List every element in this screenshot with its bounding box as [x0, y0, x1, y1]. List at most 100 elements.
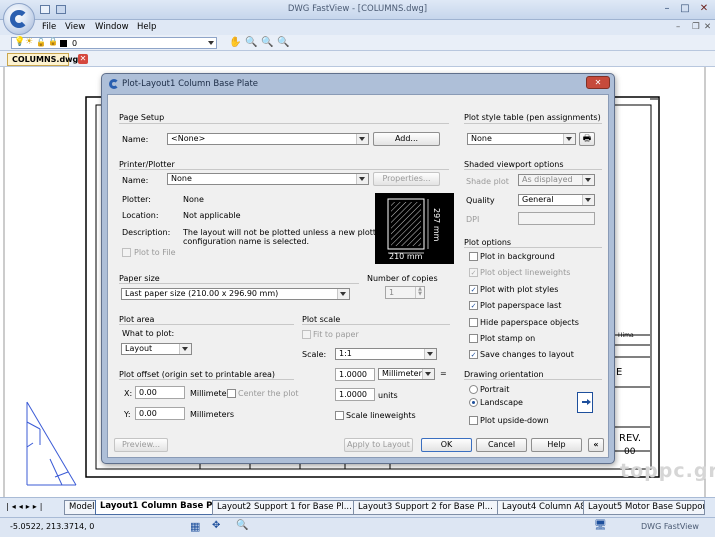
chevron-down-icon [208, 41, 214, 45]
pan-icon[interactable]: ✋ [229, 37, 241, 49]
edit-style-table-button[interactable]: 🖶 [579, 132, 595, 146]
divider [119, 283, 359, 284]
zoom-window-icon[interactable]: 🔍 [245, 37, 257, 49]
style-table-select[interactable]: None [467, 133, 576, 145]
app-logo-icon [10, 10, 28, 28]
cancel-button[interactable]: Cancel [476, 438, 527, 452]
save-changes-checkbox[interactable]: ✓ [469, 350, 478, 359]
menu-help[interactable]: Help [137, 22, 156, 32]
open-folder-icon[interactable] [40, 5, 50, 14]
printer-name-label: Name: [122, 176, 149, 185]
mdi-minimize-button[interactable]: – [676, 22, 680, 32]
plot-in-background-checkbox[interactable] [469, 252, 478, 261]
printer-icon: 🖶 [582, 134, 592, 144]
scale-unit-select[interactable]: Millimeters [378, 368, 435, 380]
plot-stamp-on-checkbox[interactable] [469, 334, 478, 343]
tab-nav-arrows[interactable]: |◂◂▸▸| [6, 502, 45, 511]
dpi-input[interactable] [518, 212, 595, 225]
paper-size-select[interactable]: Last paper size (210.00 x 296.90 mm) [121, 288, 350, 300]
grid-icon[interactable]: ▦ [190, 520, 200, 533]
plot-area-heading: Plot area [119, 315, 155, 324]
dpi-label: DPI [466, 215, 480, 224]
app-logo-button[interactable] [3, 3, 35, 35]
save-icon[interactable] [56, 5, 66, 14]
scale-value2-input[interactable]: 1.0000 [335, 388, 375, 401]
tab-layout4[interactable]: Layout4 Column A8 [497, 500, 584, 515]
plot-option-label: Save changes to layout [480, 350, 574, 359]
add-page-setup-button[interactable]: Add... [373, 132, 440, 146]
tab-model[interactable]: Model [64, 500, 96, 515]
paper-preview: 210 mm 297 mm [375, 193, 454, 264]
hide-paperspace-objects-checkbox[interactable] [469, 318, 478, 327]
chevron-down-icon [427, 352, 433, 356]
quality-select[interactable]: General [518, 194, 595, 206]
what-to-plot-select[interactable]: Layout [121, 343, 192, 355]
minimize-button[interactable]: – [659, 2, 675, 16]
shade-plot-value: As displayed [522, 175, 573, 184]
tab-layout5[interactable]: Layout5 Motor Base Support [583, 500, 705, 515]
tab-layout2[interactable]: Layout2 Support 1 for Base Pl... [212, 500, 354, 515]
plot-paperspace-last-checkbox[interactable]: ✓ [469, 301, 478, 310]
help-button[interactable]: Help [531, 438, 582, 452]
menu-window[interactable]: Window [95, 22, 129, 32]
mdi-restore-button[interactable]: ❐ [692, 22, 700, 32]
portrait-radio[interactable] [469, 385, 478, 394]
plot-offset-heading: Plot offset (origin set to printable are… [119, 370, 276, 379]
scale-label: Scale: [302, 350, 327, 359]
menu-file[interactable]: File [42, 22, 56, 32]
center-plot-checkbox[interactable] [227, 389, 236, 398]
upside-down-label: Plot upside-down [480, 416, 549, 425]
offset-x-label: X: [124, 389, 133, 398]
layer-value: 0 [72, 39, 78, 48]
tab-layout3[interactable]: Layout3 Support 2 for Base Pl... [353, 500, 498, 515]
collapse-button[interactable]: « [588, 438, 604, 452]
close-button[interactable]: ✕ [696, 2, 712, 16]
watermark: toppc.gr [620, 460, 715, 482]
plot-to-file-checkbox[interactable] [122, 248, 131, 257]
sun-icon: ☀ [25, 37, 34, 47]
divider [464, 379, 602, 380]
zoom-icon[interactable]: 🔍 [236, 520, 248, 531]
printer-properties-button[interactable]: Properties... [373, 172, 440, 186]
dialog-close-button[interactable]: ✕ [586, 76, 610, 89]
offset-y-input[interactable]: 0.00 [135, 407, 185, 420]
page-setup-name-select[interactable]: <None> [167, 133, 369, 145]
mdi-close-button[interactable]: ✕ [704, 22, 711, 32]
tab-layout1[interactable]: Layout1 Column Base Plate [95, 500, 213, 515]
close-document-icon[interactable]: ✕ [78, 54, 88, 64]
maximize-button[interactable]: □ [677, 2, 693, 16]
zoom-in-icon[interactable]: 🔍 [261, 37, 273, 49]
menu-view[interactable]: View [65, 22, 85, 32]
style-table-heading: Plot style table (pen assignments) [464, 113, 601, 122]
fit-to-paper-checkbox[interactable] [302, 330, 311, 339]
landscape-radio[interactable] [469, 398, 478, 407]
scale-select[interactable]: 1:1 [335, 348, 437, 360]
layer-select[interactable]: 💡 ☀ 🔓 🔒 0 [11, 37, 217, 49]
copies-spinner[interactable]: ▲ ▼ [415, 287, 424, 298]
scale-value: 1:1 [339, 349, 352, 358]
zoom-extents-icon[interactable]: 🔍 [277, 37, 289, 49]
ok-button[interactable]: OK [421, 438, 472, 452]
plot-to-file-label: Plot to File [134, 248, 176, 257]
plot-option-label: Plot with plot styles [480, 285, 559, 294]
page-setup-name-label: Name: [122, 135, 149, 144]
divider [119, 169, 449, 170]
plot-with-styles-checkbox[interactable]: ✓ [469, 285, 478, 294]
plot-option-label: Plot in background [480, 252, 555, 261]
printer-name-select[interactable]: None [167, 173, 369, 185]
scale-lineweights-checkbox[interactable] [335, 411, 344, 420]
preview-height: 297 mm [432, 208, 441, 242]
scale-value1-input[interactable]: 1.0000 [335, 368, 375, 381]
paper-size-value: Last paper size (210.00 x 296.90 mm) [125, 289, 279, 298]
offset-x-input[interactable]: 0.00 [135, 386, 185, 399]
upside-down-checkbox[interactable] [469, 416, 478, 425]
snap-icon[interactable]: ✥ [212, 520, 220, 531]
chevron-down-icon [359, 137, 365, 141]
scale-unit-value: Millimeters [382, 369, 427, 378]
plot-object-lineweights-checkbox[interactable]: ✓ [469, 268, 478, 277]
apply-to-layout-button[interactable]: Apply to Layout [344, 438, 413, 452]
shade-plot-select[interactable]: As displayed [518, 174, 595, 186]
document-tab[interactable]: COLUMNS.dwg [7, 53, 78, 66]
drawing-letter: E [616, 367, 623, 378]
preview-button[interactable]: Preview... [114, 438, 168, 452]
